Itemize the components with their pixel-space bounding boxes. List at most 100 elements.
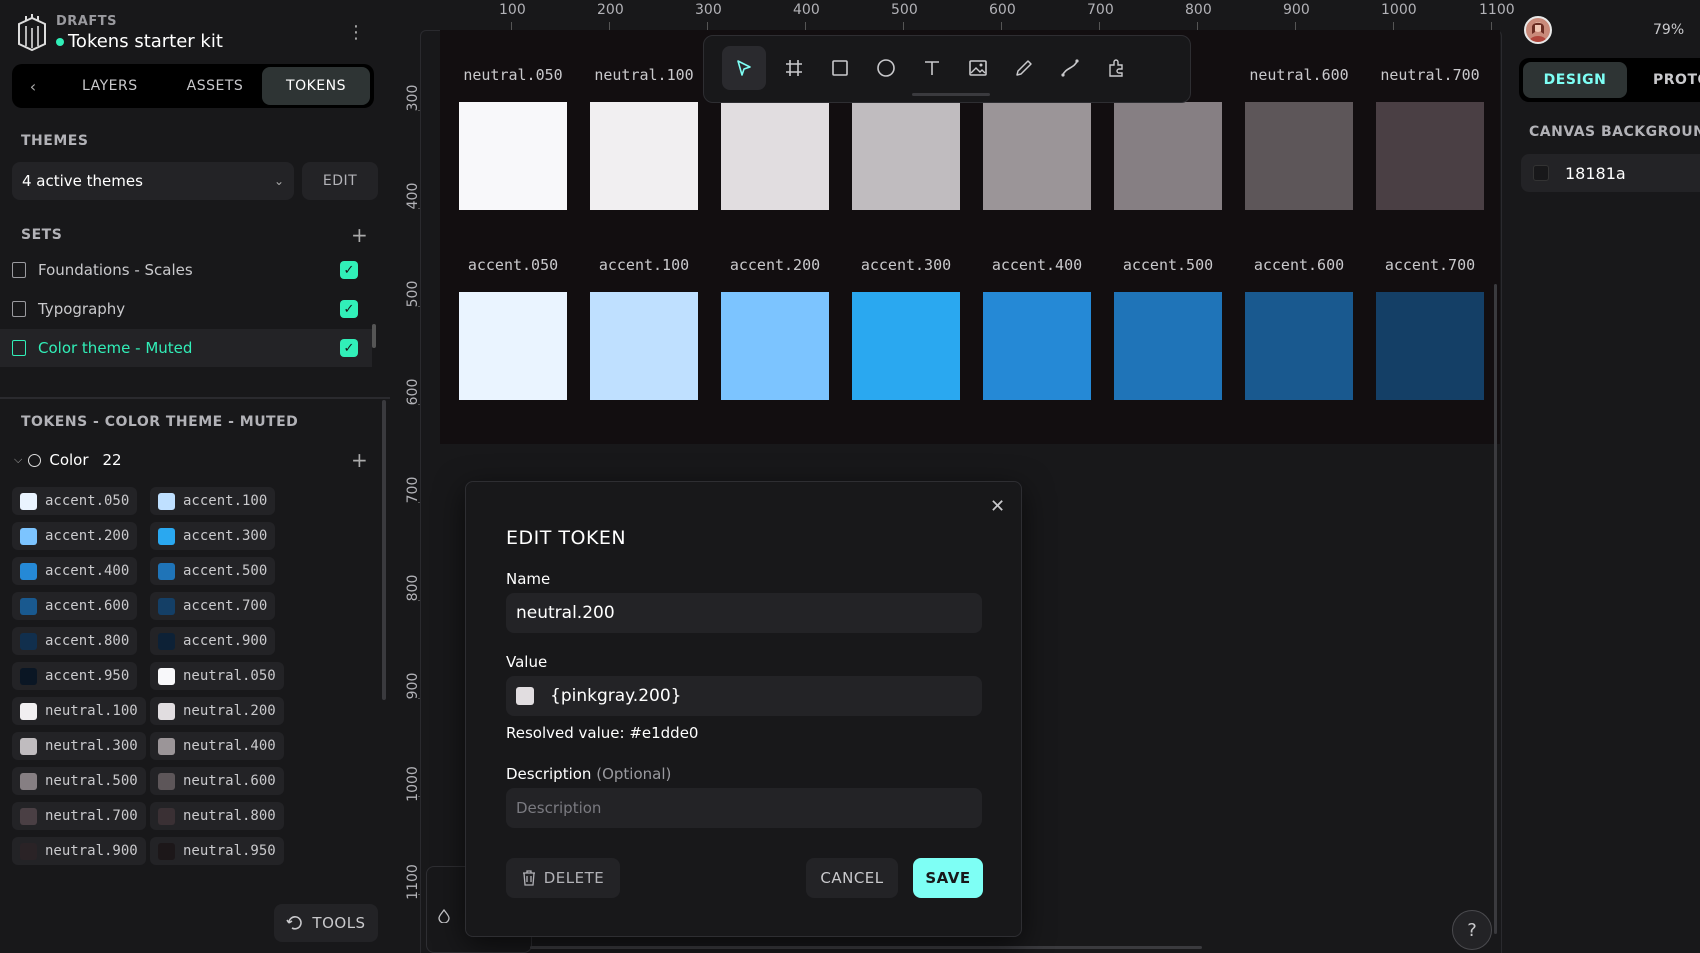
canvas-scrollbar-horizontal[interactable] xyxy=(530,946,1202,949)
tab-design[interactable]: DESIGN xyxy=(1523,62,1627,98)
zoom-level[interactable]: 79% xyxy=(1653,22,1684,38)
canvas-background-input[interactable]: 18181a xyxy=(1521,154,1700,192)
set-checkbox[interactable]: ✓ xyxy=(340,339,358,357)
pointer-icon[interactable] xyxy=(722,46,766,90)
value-input[interactable]: {pinkgray.200} xyxy=(506,676,982,716)
token-pill[interactable]: neutral.200 xyxy=(150,697,284,725)
token-pill[interactable]: neutral.950 xyxy=(150,837,284,865)
plugins-icon[interactable] xyxy=(1094,46,1138,90)
token-pill[interactable]: accent.050 xyxy=(12,487,138,515)
pencil-icon[interactable] xyxy=(1002,46,1046,90)
user-avatar[interactable] xyxy=(1524,16,1552,44)
color-swatch[interactable] xyxy=(1114,292,1222,400)
token-pill-label: accent.300 xyxy=(183,528,268,544)
token-pill-label: accent.950 xyxy=(45,668,130,684)
back-arrow-icon[interactable]: ‹ xyxy=(16,77,50,96)
token-pill[interactable]: accent.950 xyxy=(12,662,138,690)
token-pill[interactable]: accent.300 xyxy=(150,522,276,550)
token-pill[interactable]: neutral.400 xyxy=(150,732,284,760)
canvas-scrollbar-vertical[interactable] xyxy=(1494,284,1497,934)
name-input[interactable]: neutral.200 xyxy=(506,593,982,633)
drafts-label[interactable]: DRAFTS xyxy=(56,14,117,29)
token-pill[interactable]: accent.500 xyxy=(150,557,276,585)
set-checkbox[interactable]: ✓ xyxy=(340,261,358,279)
ruler-top-label: 1000 xyxy=(1381,2,1417,18)
token-pill[interactable]: neutral.100 xyxy=(12,697,146,725)
token-pill[interactable]: accent.100 xyxy=(150,487,276,515)
token-pill[interactable]: accent.400 xyxy=(12,557,138,585)
color-swatch[interactable] xyxy=(1376,102,1484,210)
rectangle-icon[interactable] xyxy=(818,46,862,90)
description-input[interactable]: Description xyxy=(506,788,982,828)
cancel-button[interactable]: CANCEL xyxy=(806,858,898,898)
design-toolbar xyxy=(703,35,1191,103)
color-swatch[interactable] xyxy=(590,292,698,400)
tab-prototype[interactable]: PROTO xyxy=(1653,62,1700,98)
project-name[interactable]: Tokens starter kit xyxy=(68,31,223,52)
color-swatch[interactable] xyxy=(459,292,567,400)
token-pill[interactable]: neutral.600 xyxy=(150,767,284,795)
token-pill[interactable]: neutral.050 xyxy=(150,662,284,690)
set-item-foundations[interactable]: Foundations - Scales ✓ xyxy=(0,251,372,289)
token-pill-label: neutral.400 xyxy=(183,738,276,754)
set-item-typography[interactable]: Typography ✓ xyxy=(0,290,372,328)
token-pill[interactable]: neutral.500 xyxy=(12,767,146,795)
token-pill[interactable]: neutral.800 xyxy=(150,802,284,830)
swatch-label: accent.600 xyxy=(1253,256,1345,274)
text-icon[interactable] xyxy=(910,46,954,90)
token-swatch xyxy=(158,562,175,580)
tab-layers[interactable]: LAYERS xyxy=(70,67,150,105)
add-token-icon[interactable]: + xyxy=(351,450,368,470)
more-options-icon[interactable]: ⋮ xyxy=(346,22,366,43)
swatch-label: accent.400 xyxy=(991,256,1083,274)
color-swatch[interactable] xyxy=(590,102,698,210)
color-swatch[interactable] xyxy=(721,102,829,210)
token-pill[interactable]: neutral.700 xyxy=(12,802,146,830)
tab-tokens[interactable]: TOKENS xyxy=(262,67,370,105)
token-pill-label: accent.900 xyxy=(183,633,268,649)
toolbar-drag-handle[interactable] xyxy=(912,93,990,96)
ruler-top-label: 100 xyxy=(499,2,526,18)
penpot-logo-icon[interactable] xyxy=(16,14,48,52)
tab-assets[interactable]: ASSETS xyxy=(175,67,256,105)
tokens-scrollbar[interactable] xyxy=(382,400,386,700)
board-icon[interactable] xyxy=(772,46,816,90)
color-swatch[interactable] xyxy=(852,292,960,400)
token-swatch xyxy=(20,597,37,615)
ellipse-icon[interactable] xyxy=(864,46,908,90)
token-pill[interactable]: accent.600 xyxy=(12,592,138,620)
color-swatch[interactable] xyxy=(1245,102,1353,210)
help-icon[interactable]: ? xyxy=(1452,910,1492,950)
set-item-color-theme-muted[interactable]: Color theme - Muted ✓ xyxy=(0,329,372,367)
edit-themes-button[interactable]: EDIT xyxy=(302,162,378,200)
themes-dropdown[interactable]: 4 active themes ⌄ xyxy=(12,162,294,200)
color-swatch[interactable] xyxy=(721,292,829,400)
color-swatch[interactable] xyxy=(1114,102,1222,210)
color-swatch[interactable] xyxy=(1245,292,1353,400)
token-pill[interactable]: accent.900 xyxy=(150,627,276,655)
ruler-left-label: 900 xyxy=(405,672,421,700)
token-pill[interactable]: accent.700 xyxy=(150,592,276,620)
color-swatch[interactable] xyxy=(1376,292,1484,400)
image-icon[interactable] xyxy=(956,46,1000,90)
token-pill[interactable]: accent.800 xyxy=(12,627,138,655)
add-set-icon[interactable]: + xyxy=(351,225,368,245)
token-pill[interactable]: neutral.900 xyxy=(12,837,146,865)
canvas-background-swatch[interactable] xyxy=(1533,165,1549,181)
color-group-header[interactable]: ⌵ Color 22 xyxy=(14,451,122,469)
chevron-down-icon: ⌵ xyxy=(14,453,23,466)
color-swatch[interactable] xyxy=(983,292,1091,400)
sets-scrollbar[interactable] xyxy=(372,324,376,348)
color-swatch[interactable] xyxy=(983,102,1091,210)
save-button[interactable]: SAVE xyxy=(913,858,983,898)
value-color-swatch[interactable] xyxy=(516,687,534,705)
set-checkbox[interactable]: ✓ xyxy=(340,300,358,318)
path-icon[interactable] xyxy=(1048,46,1092,90)
close-icon[interactable]: ✕ xyxy=(990,496,1005,517)
token-pill[interactable]: neutral.300 xyxy=(12,732,146,760)
delete-button[interactable]: DELETE xyxy=(506,858,620,898)
token-pill[interactable]: accent.200 xyxy=(12,522,138,550)
tools-button[interactable]: TOOLS xyxy=(274,904,378,942)
color-swatch[interactable] xyxy=(459,102,567,210)
color-swatch[interactable] xyxy=(852,102,960,210)
